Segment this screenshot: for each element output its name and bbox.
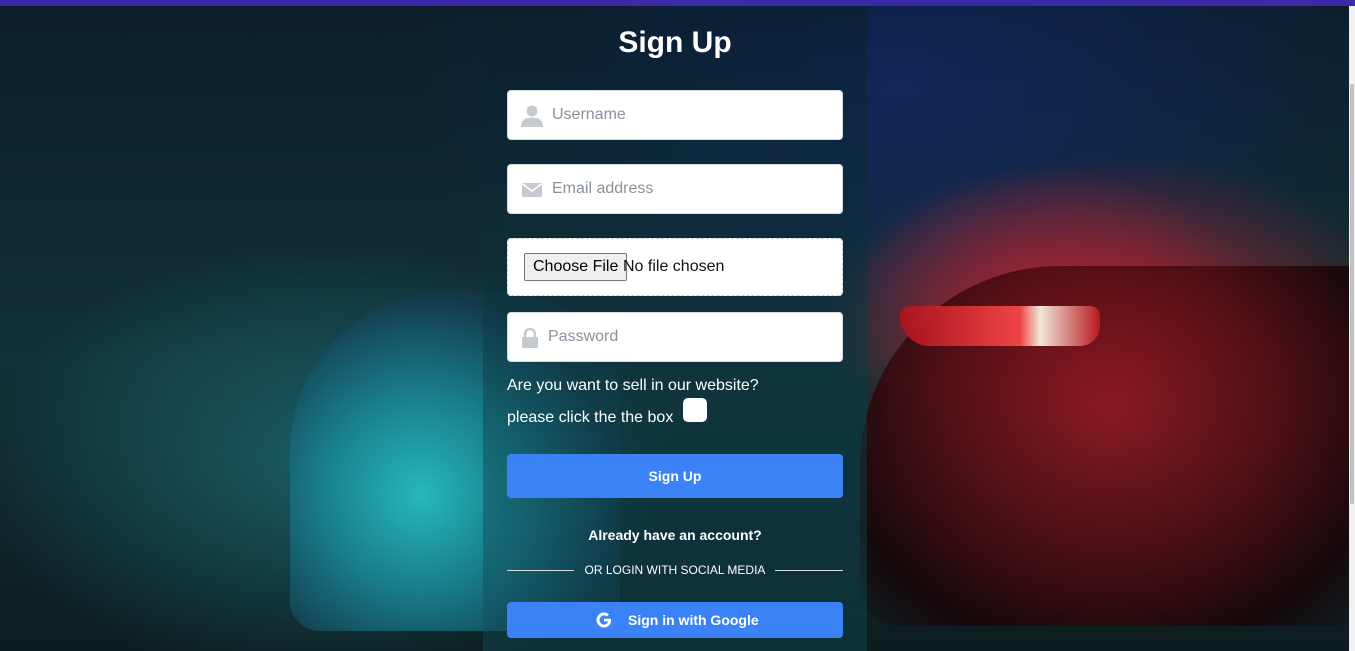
google-signin-label: Sign in with Google	[628, 612, 759, 628]
username-field[interactable]: Username	[507, 90, 843, 140]
profile-file-field[interactable]: Choose File No file chosen	[507, 238, 843, 296]
choose-file-button[interactable]: Choose File	[524, 253, 628, 281]
login-link[interactable]: Already have an account?	[483, 527, 867, 543]
google-icon	[596, 612, 612, 628]
username-placeholder: Username	[552, 106, 626, 123]
seller-question: Are you want to sell in our website?	[507, 377, 759, 394]
lock-icon	[522, 327, 538, 348]
signup-panel: Sign Up Username Email address Choose Fi…	[483, 6, 867, 651]
seller-hint: please click the the box	[507, 409, 674, 426]
file-status: No file chosen	[623, 258, 725, 275]
email-placeholder: Email address	[552, 180, 654, 197]
password-field[interactable]: Password	[507, 312, 843, 362]
email-field[interactable]: Email address	[507, 164, 843, 214]
signup-button[interactable]: Sign Up	[507, 454, 843, 498]
page-title: Sign Up	[618, 26, 732, 59]
seller-checkbox[interactable]	[683, 398, 707, 422]
scrollbar-thumb[interactable]	[1350, 84, 1354, 504]
envelope-icon	[522, 183, 542, 197]
google-signin-button[interactable]: Sign in with Google	[507, 602, 843, 638]
divider-right	[775, 570, 843, 571]
user-icon	[521, 105, 543, 127]
car-tail-light	[900, 306, 1100, 346]
password-placeholder: Password	[548, 328, 619, 345]
